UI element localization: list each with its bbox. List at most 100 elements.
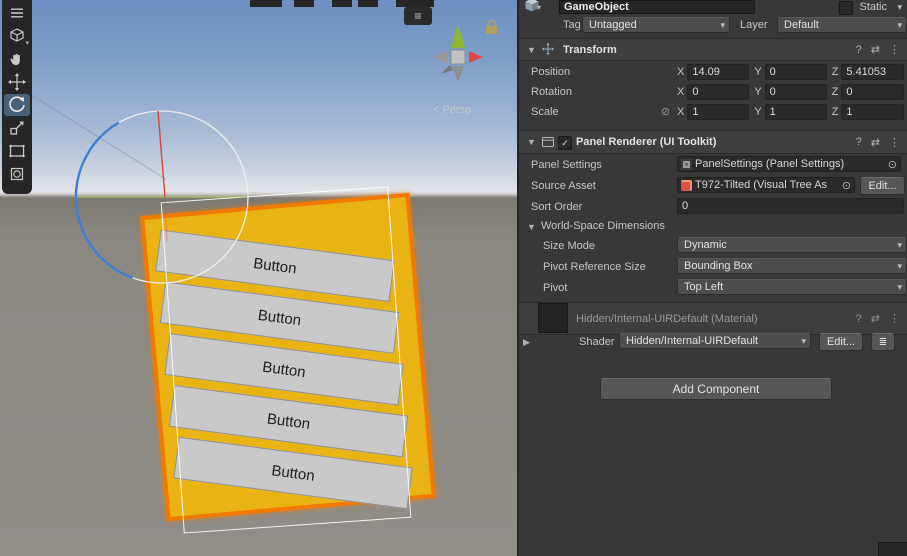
pivot-reference-label: Pivot Reference Size (543, 260, 646, 273)
scale-z-field[interactable]: 1 (841, 104, 904, 120)
rotation-z-field[interactable]: 0 (841, 84, 904, 100)
presets-icon[interactable]: ⇄ (871, 136, 880, 149)
chevron-down-icon: ▾ (897, 281, 902, 292)
rotate-gizmo[interactable] (68, 102, 260, 294)
chevron-down-icon: ▾ (720, 19, 725, 30)
chevron-down-icon: ▾ (897, 239, 902, 250)
scale-tool-button[interactable] (4, 117, 30, 139)
rotation-x-field[interactable]: 0 (687, 84, 750, 100)
object-picker-icon[interactable]: ⊙ (888, 158, 897, 171)
chevron-down-icon: ▾ (25, 40, 29, 47)
tool-palette: ▾ (2, 0, 32, 194)
shader-edit-button[interactable]: Edit... (819, 333, 863, 351)
sort-order-label: Sort Order (531, 200, 583, 213)
pivot-dropdown[interactable]: Top Left ▾ (677, 279, 907, 295)
transform-tool-button[interactable] (4, 163, 30, 185)
source-asset-label: Source Asset (531, 179, 596, 192)
overlay-menu-button[interactable]: ≡ (404, 7, 432, 25)
pivot-reference-dropdown[interactable]: Bounding Box ▾ (677, 258, 907, 274)
position-x-field[interactable]: 14.09 (687, 64, 750, 80)
foldout-icon[interactable]: ▼ (527, 222, 536, 232)
pivot-row: Pivot Top Left ▾ (519, 277, 907, 298)
static-label: Static (859, 1, 887, 13)
static-checkbox[interactable] (839, 1, 853, 15)
object-picker-icon[interactable]: ⊙ (842, 179, 851, 192)
world-space-title: World-Space Dimensions (541, 220, 665, 232)
foldout-icon[interactable]: ▼ (527, 131, 536, 153)
constrain-proportions-icon[interactable]: ⊘ (661, 105, 670, 118)
sort-order-field[interactable]: 0 (677, 198, 904, 214)
neg-x-cone (433, 51, 447, 63)
position-y-field[interactable]: 0 (764, 64, 827, 80)
tag-label: Tag (563, 19, 581, 31)
rotation-label: Rotation (531, 86, 572, 98)
position-z-field[interactable]: 5.41053 (841, 64, 904, 80)
layer-label: Layer (740, 19, 768, 31)
source-asset-edit-button[interactable]: Edit... (860, 177, 905, 195)
presets-icon[interactable]: ⇄ (871, 43, 880, 56)
context-menu-icon[interactable]: ⋮ (889, 136, 900, 149)
visual-tree-asset-icon (681, 179, 692, 191)
scale-y-field[interactable]: 1 (764, 104, 827, 120)
panel-renderer-header[interactable]: ▼ ✓ Panel Renderer (UI Toolkit) ? ⇄ ⋮ (519, 130, 907, 154)
transform-title: Transform (563, 43, 617, 56)
y-axis-cone (451, 24, 465, 48)
rotate-tool-button[interactable] (4, 94, 30, 116)
context-menu-icon[interactable]: ⋮ (889, 43, 900, 56)
add-component-button[interactable]: Add Component (600, 378, 832, 400)
panel-settings-field[interactable]: PanelSettings (Panel Settings) ⊙ (677, 156, 901, 172)
size-mode-dropdown[interactable]: Dynamic ▾ (677, 237, 907, 253)
panel-settings-row: Panel Settings PanelSettings (Panel Sett… (519, 154, 907, 175)
static-dropdown-icon[interactable]: ▾ (897, 2, 902, 13)
scale-x-field[interactable]: 1 (687, 104, 750, 120)
gameobject-name-field[interactable]: GameObject (559, 0, 755, 14)
chevron-down-icon[interactable]: ▾ (537, 3, 541, 12)
tag-dropdown[interactable]: Untagged ▾ (582, 17, 730, 33)
foldout-icon[interactable]: ▼ (527, 39, 536, 60)
hamburger-menu-button[interactable] (4, 2, 30, 24)
rect-tool-button[interactable] (4, 140, 30, 162)
hamburger-icon: ≡ (414, 9, 422, 23)
scale-row: Scale ⊘ X1 Y1 Z1 (519, 102, 907, 122)
view-tool-button[interactable] (4, 48, 30, 70)
component-enabled-checkbox[interactable]: ✓ (558, 136, 572, 150)
orientation-gizmo[interactable] (425, 4, 515, 104)
help-icon[interactable]: ? (856, 313, 862, 325)
sort-order-row: Sort Order 0 (519, 196, 907, 217)
shader-label: Shader (579, 335, 615, 348)
panel-renderer-component-icon (542, 137, 554, 147)
hand-icon (10, 53, 20, 65)
draw-mode-button[interactable]: ▾ (4, 25, 30, 47)
move-icon (8, 73, 26, 91)
context-menu-icon[interactable]: ⋮ (889, 312, 900, 325)
panel-settings-label: Panel Settings (531, 158, 602, 171)
shader-dropdown[interactable]: Hidden/Internal-UIRDefault ▾ (619, 333, 811, 349)
size-mode-row: Size Mode Dynamic ▾ (519, 235, 907, 256)
layer-dropdown[interactable]: Default ▾ (777, 17, 907, 33)
rect-icon (9, 145, 25, 157)
window-fragment (332, 0, 352, 7)
material-properties-button[interactable]: ≣ (871, 333, 895, 351)
persp-label[interactable]: < Persp (433, 104, 471, 116)
lock-icon-shackle (487, 19, 496, 26)
panel-settings-asset-icon (681, 158, 692, 170)
help-icon[interactable]: ? (856, 136, 862, 148)
pivot-label: Pivot (543, 281, 568, 294)
transform-icon (10, 167, 24, 181)
window-fragment (358, 0, 378, 7)
world-space-foldout[interactable]: ▼ World-Space Dimensions (519, 217, 907, 235)
chevron-down-icon: ▾ (897, 260, 902, 271)
transform-header[interactable]: ▼ Transform ? ⇄ ⋮ (519, 38, 907, 61)
rotation-y-field[interactable]: 0 (764, 84, 827, 100)
scene-view[interactable]: Button Button Button Button Button < Per… (0, 0, 517, 556)
window-fragment (294, 0, 314, 7)
move-tool-button[interactable] (4, 71, 30, 93)
presets-icon[interactable]: ⇄ (871, 312, 880, 325)
source-asset-field[interactable]: T972-Tilted (Visual Tree As ⊙ (677, 177, 855, 193)
foldout-icon[interactable]: ▶ (523, 337, 530, 348)
panel-renderer-title: Panel Renderer (UI Toolkit) (576, 136, 717, 148)
shader-row: ▶ Shader Hidden/Internal-UIRDefault ▾ Ed… (519, 331, 907, 352)
help-icon[interactable]: ? (856, 44, 862, 56)
scale-label: Scale (531, 106, 559, 118)
x-axis-cone (469, 51, 483, 63)
